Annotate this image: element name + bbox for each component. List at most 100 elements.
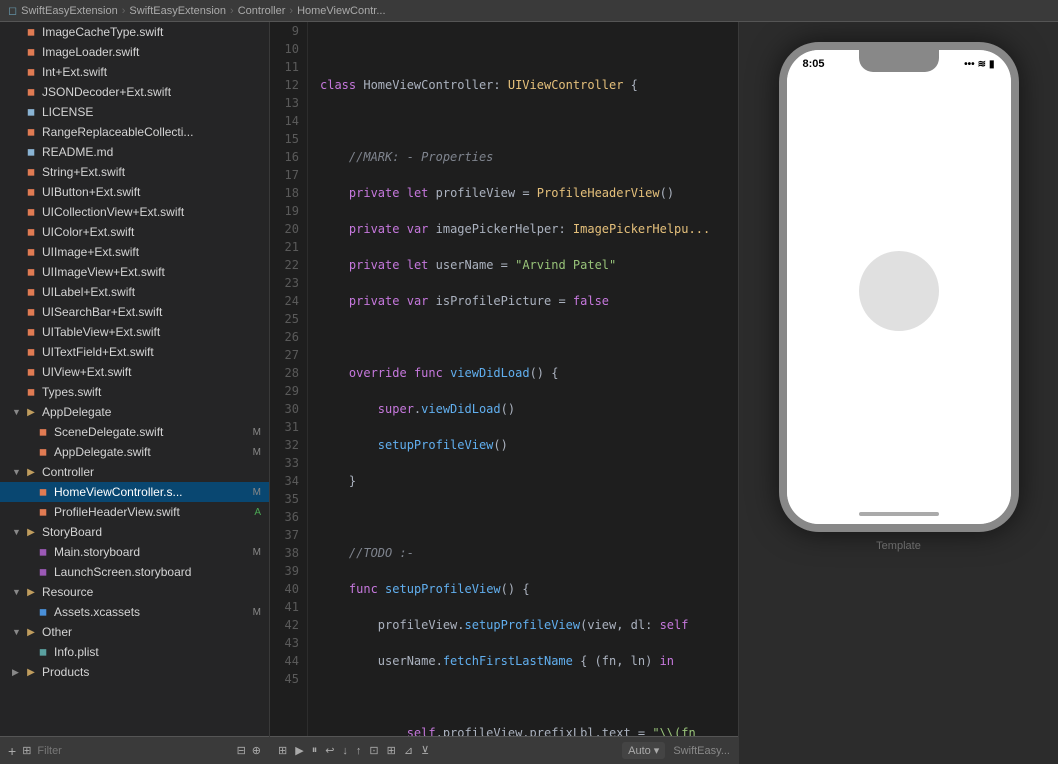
file-icon: ◼ [24, 145, 38, 159]
file-name: UITextField+Ext.swift [42, 345, 154, 359]
iphone-content [787, 78, 1011, 504]
file-UIImageExt[interactable]: ◼ UIImage+Ext.swift [0, 242, 269, 262]
file-ImageCacheType[interactable]: ◼ ImageCacheType.swift [0, 22, 269, 42]
file-HomeViewController[interactable]: ◼ HomeViewController.s... M [0, 482, 269, 502]
file-AppDelegate[interactable]: ◼ AppDelegate.swift M [0, 442, 269, 462]
group-products[interactable]: ▶ ▶ Products [0, 662, 269, 682]
editor-toolbar-icon-grid[interactable]: ⊞ [278, 744, 287, 757]
swift-file-icon: ◼ [24, 325, 38, 339]
breadcrumb: SwiftEasyExtension › SwiftEasyExtension … [21, 5, 385, 17]
file-RangeReplace[interactable]: ◼ RangeReplaceableCollecti... [0, 122, 269, 142]
add-group-button[interactable]: ⊕ [252, 744, 261, 757]
group-appdelegate[interactable]: ▼ ▶ AppDelegate [0, 402, 269, 422]
chevron-down-icon: ▼ [12, 407, 22, 417]
file-JSONDecoderExt[interactable]: ◼ JSONDecoder+Ext.swift [0, 82, 269, 102]
file-UICollectionViewExt[interactable]: ◼ UICollectionView+Ext.swift [0, 202, 269, 222]
swift-file-icon: ◼ [24, 45, 38, 59]
editor-toolbar-icon-down[interactable]: ↓ [342, 745, 348, 757]
folder-icon: ▶ [24, 525, 38, 539]
file-StringExt[interactable]: ◼ String+Ext.swift [0, 162, 269, 182]
storyboard-file-icon: ◼ [36, 545, 50, 559]
profile-avatar [859, 251, 939, 331]
code-content[interactable]: class HomeViewController: UIViewControll… [308, 22, 738, 736]
breadcrumb-indicator: SwiftEasy... [673, 745, 730, 757]
editor-toolbar-icon-run[interactable]: ▶ [295, 744, 303, 757]
file-UISearchBarExt[interactable]: ◼ UISearchBar+Ext.swift [0, 302, 269, 322]
status-time: 8:05 [803, 58, 825, 70]
line-numbers: 9 10 11 12 13 14 15 16 17 18 19 20 21 22… [270, 22, 308, 736]
editor-toolbar-icon-connect[interactable]: ⊞ [387, 744, 396, 757]
file-UITextFieldExt[interactable]: ◼ UITextField+Ext.swift [0, 342, 269, 362]
simulator-label: Template [876, 540, 921, 552]
breadcrumb-part-3: Controller [238, 5, 286, 17]
file-name: ProfileHeaderView.swift [54, 505, 180, 519]
group-name: AppDelegate [42, 405, 111, 419]
file-LaunchScreen[interactable]: ◼ LaunchScreen.storyboard [0, 562, 269, 582]
file-name: UITableView+Ext.swift [42, 325, 160, 339]
editor-toolbar-icon-up[interactable]: ↑ [356, 745, 362, 757]
filter-label: Filter [37, 745, 61, 757]
file-name: LaunchScreen.storyboard [54, 565, 191, 579]
file-Assets[interactable]: ◼ Assets.xcassets M [0, 602, 269, 622]
sort-button[interactable]: ⊟ [237, 744, 246, 757]
file-name: UIColor+Ext.swift [42, 225, 134, 239]
file-icon: ◼ [24, 105, 38, 119]
group-resource[interactable]: ▼ ▶ Resource [0, 582, 269, 602]
file-UIImageViewExt[interactable]: ◼ UIImageView+Ext.swift [0, 262, 269, 282]
folder-icon: ▶ [24, 625, 38, 639]
editor-toolbar-icon-box[interactable]: ⊡ [369, 744, 378, 757]
added-badge: A [254, 507, 265, 518]
file-UIViewExt[interactable]: ◼ UIView+Ext.swift [0, 362, 269, 382]
editor-toolbar-icon-pause[interactable]: ⏸ [312, 744, 318, 757]
swift-file-icon: ◼ [36, 425, 50, 439]
file-IntExt[interactable]: ◼ Int+Ext.swift [0, 62, 269, 82]
editor-toolbar-icon-arrow[interactable]: ⊿ [404, 744, 413, 757]
auto-selector[interactable]: Auto ▾ [622, 742, 665, 759]
modified-badge: M [253, 487, 265, 498]
breadcrumb-bar: ◻ SwiftEasyExtension › SwiftEasyExtensio… [0, 0, 1058, 22]
file-name: Types.swift [42, 385, 101, 399]
file-ProfileHeaderView[interactable]: ◼ ProfileHeaderView.swift A [0, 502, 269, 522]
file-InfoPlist[interactable]: ◼ Info.plist [0, 642, 269, 662]
file-SceneDelegate[interactable]: ◼ SceneDelegate.swift M [0, 422, 269, 442]
editor-toolbar-icon-filter[interactable]: ⊻ [421, 744, 429, 757]
file-Types[interactable]: ◼ Types.swift [0, 382, 269, 402]
folder-icon: ▶ [24, 405, 38, 419]
swift-file-icon: ◼ [24, 345, 38, 359]
file-UIButtonExt[interactable]: ◼ UIButton+Ext.swift [0, 182, 269, 202]
file-name: UISearchBar+Ext.swift [42, 305, 162, 319]
file-name: UILabel+Ext.swift [42, 285, 135, 299]
swift-file-icon: ◼ [24, 305, 38, 319]
file-name: JSONDecoder+Ext.swift [42, 85, 171, 99]
file-UITableViewExt[interactable]: ◼ UITableView+Ext.swift [0, 322, 269, 342]
file-name: UICollectionView+Ext.swift [42, 205, 184, 219]
signal-icon: ••• [964, 59, 975, 70]
chevron-down-icon: ▼ [12, 527, 22, 537]
file-name: ImageCacheType.swift [42, 25, 163, 39]
breadcrumb-part-1: SwiftEasyExtension [21, 5, 118, 17]
file-name: Main.storyboard [54, 545, 140, 559]
file-name: AppDelegate.swift [54, 445, 151, 459]
group-name: Controller [42, 465, 94, 479]
chevron-down-icon: ▼ [12, 627, 22, 637]
group-storyboard[interactable]: ▼ ▶ StoryBoard [0, 522, 269, 542]
group-controller[interactable]: ▼ ▶ Controller [0, 462, 269, 482]
file-MainStoryboard[interactable]: ◼ Main.storyboard M [0, 542, 269, 562]
home-bar [787, 504, 1011, 524]
file-name: README.md [42, 145, 113, 159]
file-ImageLoader[interactable]: ◼ ImageLoader.swift [0, 42, 269, 62]
file-README[interactable]: ◼ README.md [0, 142, 269, 162]
file-LICENSE[interactable]: ◼ LICENSE [0, 102, 269, 122]
file-navigator: ◼ ImageCacheType.swift ◼ ImageLoader.swi… [0, 22, 270, 764]
plist-file-icon: ◼ [36, 645, 50, 659]
swift-file-icon: ◼ [24, 365, 38, 379]
group-other[interactable]: ▼ ▶ Other [0, 622, 269, 642]
file-UIColorExt[interactable]: ◼ UIColor+Ext.swift [0, 222, 269, 242]
asset-file-icon: ◼ [36, 605, 50, 619]
folder-icon: ▶ [24, 665, 38, 679]
file-UILabelExt[interactable]: ◼ UILabel+Ext.swift [0, 282, 269, 302]
editor-toolbar-icon-back[interactable]: ↩ [325, 744, 334, 757]
add-file-button[interactable]: + [8, 743, 16, 759]
swift-file-icon: ◼ [24, 65, 38, 79]
swift-file-icon: ◼ [24, 265, 38, 279]
